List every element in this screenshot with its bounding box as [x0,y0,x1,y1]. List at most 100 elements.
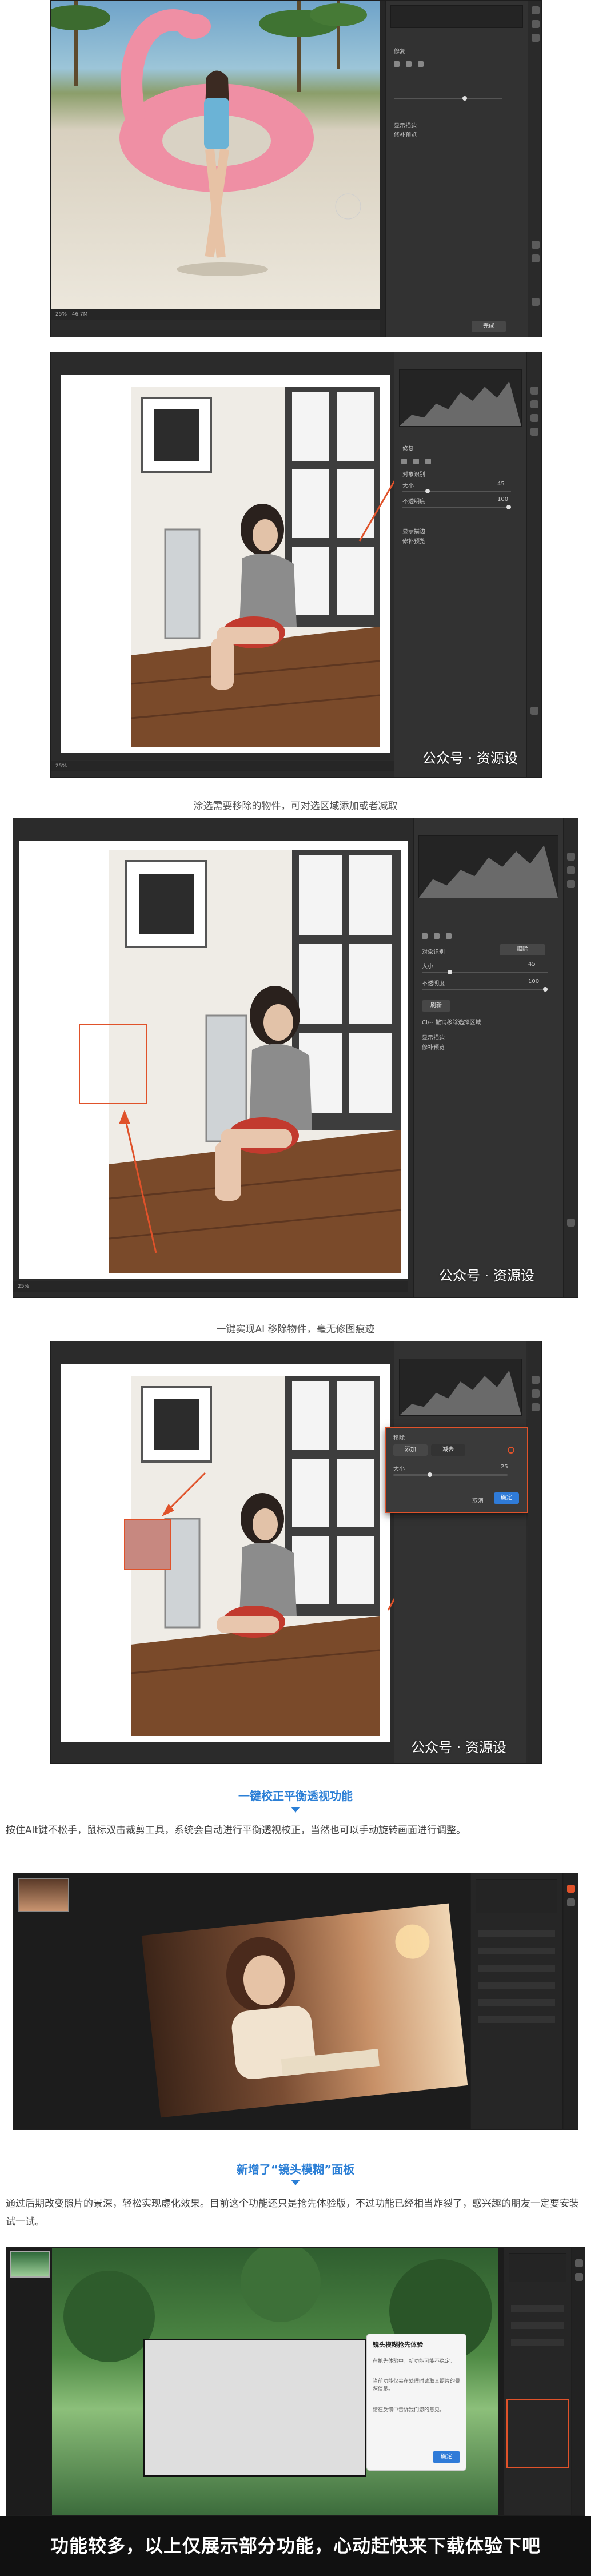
rail-icon-1[interactable] [532,6,540,14]
rail-icon-2[interactable] [575,2273,583,2281]
paragraph-lens-blur: 通过后期改变照片的景深，轻松实现虚化效果。目前这个功能还只是抢先体验版，不过功能… [6,2198,579,2228]
panel-title: 修复 [394,49,405,55]
adjust-panel: 修复 对象识别 大小 45 不透明度 100 显示描边 修补预览 [394,352,526,777]
check-patch-preview[interactable]: 修补预览 [394,130,417,138]
rail-icon-4[interactable] [530,428,538,436]
beach-photo [51,1,380,309]
rail-icon-2[interactable] [567,866,575,874]
brush-icon[interactable] [394,61,400,67]
size-value[interactable]: 45 [528,961,536,968]
refresh-button[interactable]: 刷新 [422,1000,450,1012]
rail-icon-3[interactable] [532,34,540,42]
dialog-line-2: 当前功能仅会在处理时读取其照片的景深信息。 [373,2379,461,2392]
warning-icon [508,1447,514,1454]
rail-icon-3[interactable] [530,414,538,422]
opacity-label: 不透明度 [422,981,445,987]
check-patch-preview[interactable]: 修补预览 [402,536,425,545]
size-slider-knob[interactable] [428,1472,432,1477]
person-icon[interactable] [446,933,452,939]
person-icon[interactable] [418,61,424,67]
size-slider[interactable] [402,489,511,493]
brush-icon[interactable] [401,458,407,464]
size-slider[interactable] [393,1472,508,1477]
mode-add-button[interactable]: 添加 [393,1444,428,1456]
paragraph-perspective: 按住Alt键不松手，鼠标双击裁剪工具，系统会自动进行平衡透视校正，当然也可以手动… [6,1825,466,1836]
opacity-slider[interactable] [402,505,511,509]
adjust-panel: 修复 显示描边 修补预览 完成 [385,1,528,337]
opacity-value[interactable]: 100 [497,496,508,503]
rail-icon-3[interactable] [532,1403,540,1411]
bottom-banner: 功能较多，以上仅展示部分功能，心动赶快来下载体验下吧 [0,2516,591,2576]
brush-icon[interactable] [422,933,428,939]
status-zoom: 25% [18,1284,30,1289]
rail-icon-2[interactable] [532,1389,540,1398]
highlight-box-panel [506,2399,569,2468]
panel-row-3 [478,1965,555,1972]
rail-icon-2[interactable] [567,1898,575,1906]
panel-row-1 [478,1930,555,1937]
rail-icon-5[interactable] [532,254,540,262]
check-show-stroke[interactable]: 显示描边 [402,527,425,535]
right-tool-rail [526,352,541,777]
check-patch-preview[interactable]: 修补预览 [422,1042,445,1051]
eraser-icon[interactable] [406,61,412,67]
adjust-panel [394,1341,526,1763]
lens-blur-dialog: 镜头模糊抢先体验 在抢先体验中，新功能可能不稳定。 当前功能仅会在处理时读取其照… [366,2334,466,2471]
article-page: 25% 46.7M 修复 显示描边 修补预览 完成 25% 修复 对象识别 大小… [0,0,591,2576]
rail-icon-4[interactable] [567,1219,575,1227]
rail-icon-2[interactable] [532,20,540,28]
panel-row-4 [478,1982,555,1989]
size-label: 大小 [422,963,433,970]
size-slider[interactable] [394,96,502,101]
opacity-slider-knob[interactable] [543,987,548,992]
dialog-ok-button[interactable]: 确定 [433,2451,460,2463]
opacity-value[interactable]: 100 [528,978,539,985]
erase-button[interactable]: 擦除 [500,944,545,955]
ok-button[interactable]: 确定 [494,1492,519,1504]
person-icon[interactable] [425,458,432,464]
panel-title: 修复 [402,446,414,452]
object-detect-option[interactable]: 对象识别 [422,947,445,955]
panel-row-6 [478,2016,555,2023]
rail-icon-1[interactable] [532,1376,540,1384]
rail-icon-4[interactable] [532,241,540,249]
watermark: 公众号 · 资源设 [439,1268,534,1284]
panel-row-2 [478,1948,555,1954]
window-photo [131,387,380,747]
check-show-stroke[interactable]: 显示描边 [394,121,417,129]
rail-icon-1[interactable] [530,387,538,395]
heading-arrow-1 [291,1807,300,1813]
rail-icon-1[interactable] [567,1885,575,1893]
size-slider[interactable] [422,970,548,974]
opacity-slider-knob[interactable] [506,505,511,509]
mode-subtract-button[interactable]: 减去 [431,1444,465,1456]
check-show-stroke[interactable]: 显示描边 [422,1033,445,1041]
rail-icon-6[interactable] [532,298,540,306]
size-value[interactable]: 25 [501,1464,508,1470]
rail-icon-5[interactable] [530,707,538,715]
watermark: 公众号 · 资源设 [411,1739,506,1755]
status-zoom: 25% [55,763,67,769]
done-button[interactable]: 完成 [472,321,506,332]
size-value[interactable]: 45 [497,481,505,487]
dialog-title: 移除 [393,1435,405,1442]
reading-woman-illustration [226,1924,430,2080]
eraser-icon[interactable] [413,458,420,464]
size-slider-knob[interactable] [425,489,430,493]
object-detect-option[interactable]: 对象识别 [402,469,425,478]
cancel-button[interactable]: 取消 [472,1496,484,1504]
size-slider-knob[interactable] [462,96,467,101]
eraser-icon[interactable] [434,933,440,939]
rail-icon-1[interactable] [567,853,575,861]
rail-icon-1[interactable] [575,2259,583,2267]
opacity-slider[interactable] [422,987,548,992]
screenshot-perspective [13,1873,578,2130]
rail-icon-2[interactable] [530,400,538,408]
rail-icon-3[interactable] [567,880,575,888]
remove-dialog: 移除 添加 减去 大小 25 取消 确定 [385,1427,528,1513]
filmstrip-thumb[interactable] [10,2251,50,2278]
preview-window [143,2339,366,2477]
section-heading-perspective: 一键校正平衡透视功能 [238,1789,353,1803]
filmstrip-thumb[interactable] [18,1878,69,1912]
size-slider-knob[interactable] [448,970,452,974]
